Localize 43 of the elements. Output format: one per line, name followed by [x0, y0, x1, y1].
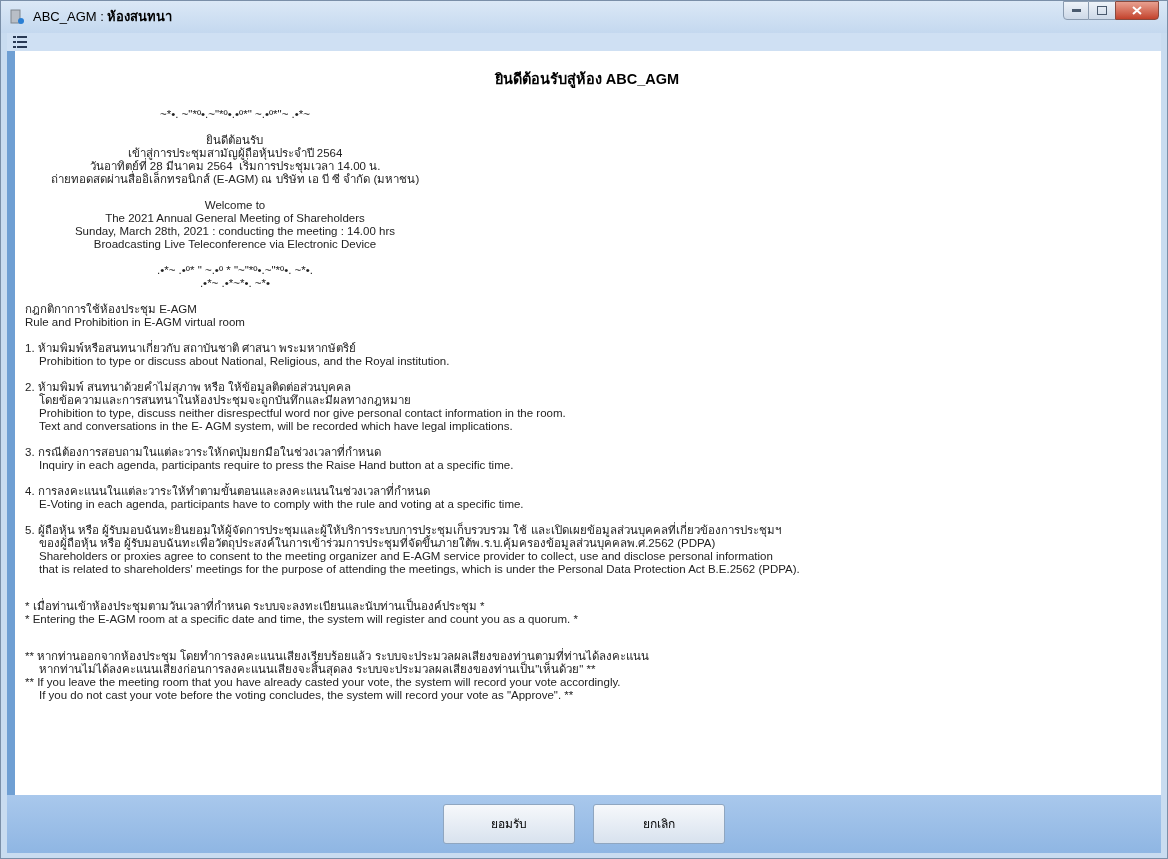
dialog-button[interactable]: ยกเลิก: [593, 804, 725, 844]
rule-line: 3. กรณีต้องการสอบถามในแต่ละวาระให้กดปุ่มยกมือในช่วงเวลาที่กำหนด: [25, 446, 382, 459]
intro-line: Sunday, March 28th, 2021 : conducting the meeting : 14.00 hrs: [74, 225, 396, 238]
intro-line: The 2021 Annual General Meeting of Shareholders: [105, 212, 365, 225]
maximize-button[interactable]: [1089, 1, 1115, 20]
close-button[interactable]: [1115, 1, 1159, 20]
rule-line: * เมื่อท่านเข้าห้องประชุมตามวันเวลาที่กำหนด ระบบจะลงทะเบียนและนับท่านเป็นองค์ประชุม *: [25, 600, 486, 613]
intro-line: ถ่ายทอดสดผ่านสื่ออิเล็กทรอนิกส์ (E-AGM) ณ บริษัท เอ บี ซี จำกัด (มหาชน): [50, 173, 420, 186]
rule-line: โดยข้อความและการสนทนาในห้องประชุมจะถูกบันทึกและมีผลทางกฎหมาย: [38, 394, 412, 407]
intro-line: Welcome to: [204, 199, 266, 212]
intro-line: .•*~ .•*~*•. ~*•: [199, 277, 271, 290]
minimize-button[interactable]: [1063, 1, 1089, 20]
maximize-icon: [1097, 6, 1107, 15]
rule-line: * Entering the E-AGM room at a specific date and time, the system will register and count you as a quorum. *: [25, 613, 579, 626]
rule-line: Rule and Prohibition in E-AGM virtual room: [25, 316, 246, 329]
rule-line: 4. การลงคะแนนในแต่ละวาระให้ทำตามขั้นตอนและลงคะแนนในช่วงเวลาที่กำหนด: [25, 485, 431, 498]
intro-line: Broadcasting Live Teleconference via Electronic Device: [93, 238, 377, 251]
rule-line: ** If you leave the meeting room that you have already casted your vote, the system will record your vote accordingly.: [25, 676, 622, 689]
welcome-heading: ยินดีต้อนรับสู่ห้อง ABC_AGM: [493, 73, 681, 86]
intro-line: .•*~ .•º* " ~.•º * "~"*º•.~"*º•. ~*•.: [156, 264, 314, 277]
dialog-button[interactable]: ยอมรับ: [443, 804, 575, 844]
rule-line: Text and conversations in the E- AGM system, will be recorded which have legal implications.: [38, 420, 514, 433]
rule-line: Prohibition to type or discuss about National, Religious, and the Royal institution.: [38, 355, 451, 368]
rule-line: ของผู้ถือหุ้น หรือ ผู้รับมอบฉันทะเพื่อวัตถุประสงค์ในการเข้าร่วมการประชุมที่จัดขึ้นภายใต้พ.ร.บ.คุ้มครองข้อมูลส่วนบุคคลพ.ศ.2562 (PDPA): [39, 537, 716, 550]
rule-line: หากท่านไม่ได้ลงคะแนนเสียงก่อนการลงคะแนนเสียงจะสิ้นสุดลง ระบบจะประมวลผลเสียงของท่านเป็น"เห็นด้วย" **: [39, 663, 597, 676]
rule-line: Prohibition to type, discuss neither disrespectful word nor give personal contact information in the room.: [38, 407, 567, 420]
intro-line: ~*•. ~"*º•.~"*º•.•º*" ~.•º*"~ .•*~: [160, 108, 310, 121]
rule-line: Shareholders or proxies agree to consent to the meeting organizer and E-AGM service provider to collect, use and disclose personal information: [38, 550, 774, 563]
app-icon: [9, 9, 25, 25]
rule-line: 2. ห้ามพิมพ์ สนทนาด้วยคำไม่สุภาพ หรือ ให้ข้อมูลติดต่อส่วนบุคคล: [25, 381, 352, 394]
intro-line: ยินดีต้อนรับ: [206, 134, 264, 147]
rule-line: Inquiry in each agenda, participants require to press the Raise Hand button at a specific time.: [38, 459, 515, 472]
rule-line: กฎกติกาการใช้ห้องประชุม E-AGM: [25, 303, 198, 316]
rule-line: E-Voting in each agenda, participants have to comply with the rule and voting at a specific time.: [38, 498, 525, 511]
window-title: ABC_AGM : ห้องสนทนา: [33, 8, 173, 27]
rule-line: 1. ห้ามพิมพ์หรือสนทนาเกี่ยวกับ สถาบันชาติ ศาสนา พระมหากษัตริย์: [25, 342, 358, 355]
close-icon: [1132, 6, 1142, 15]
rule-line: 5. ผู้ถือหุ้น หรือ ผู้รับมอบฉันทะยินยอมให้ผู้จัดการประชุมและผู้ให้บริการระบบการประชุมเก็บรวบรวม ใช้ และเปิดเผยข้อมูลส่วนบุคคลที่เกี่ยวข้องการประชุมฯ: [25, 524, 782, 537]
rule-line: If you do not cast your vote before the voting concludes, the system will record your vote as "Approve". **: [38, 689, 575, 702]
intro-line: เข้าสู่การประชุมสามัญผู้ถือหุ้นประจำปี 2564: [127, 147, 343, 160]
rule-line: that is related to shareholders' meetings for the purpose of attending the meetings, which is under the Personal Data Protection Act B.E.2562 (PDPA).: [38, 563, 801, 576]
minimize-icon: [1071, 9, 1081, 12]
menu-icon[interactable]: [13, 36, 27, 48]
